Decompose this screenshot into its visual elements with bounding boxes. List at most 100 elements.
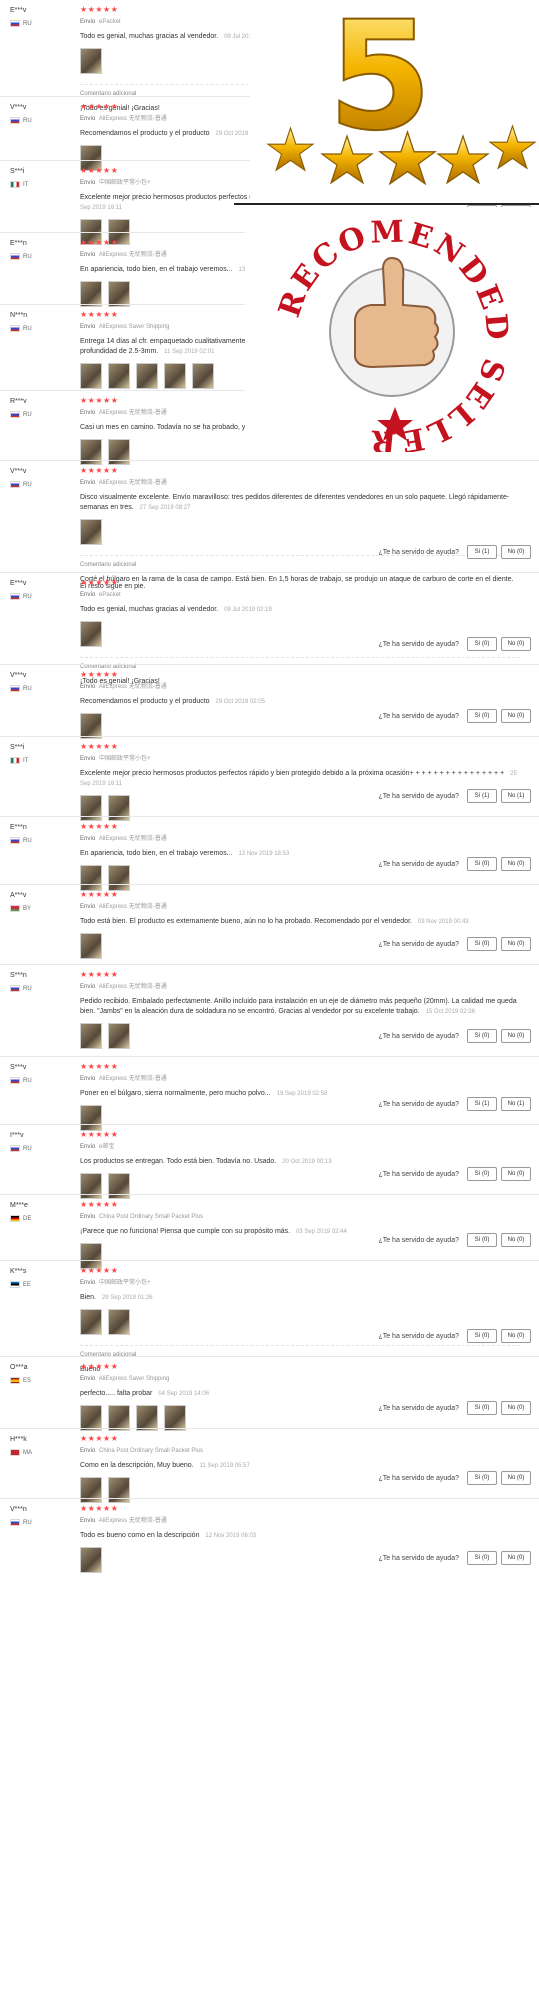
reviewer-name: V***n bbox=[10, 1506, 27, 1513]
shipping-method: Envío 中国邮政平常小包+ bbox=[80, 755, 520, 763]
review-body: ★★★★★ Envío AliExpress Saver Shipping pe… bbox=[80, 1362, 520, 1431]
review-photo[interactable] bbox=[80, 1023, 102, 1049]
review-photo[interactable] bbox=[80, 933, 102, 959]
reviewer-country: RU bbox=[10, 117, 58, 124]
review-text-content: Todo está bien. El producto es extername… bbox=[80, 918, 412, 925]
review-photo[interactable] bbox=[164, 363, 186, 389]
vote-no-button[interactable]: No (0) bbox=[501, 937, 531, 951]
star-rating: ★★★★★ bbox=[80, 1130, 119, 1139]
review-item: E***v RU ★★★★★ Envío ePacket Todo es gen… bbox=[0, 572, 539, 685]
vote-no-button[interactable]: No (0) bbox=[501, 545, 531, 559]
reviewer-name: S***i bbox=[10, 744, 25, 751]
shipping-label: Envío bbox=[80, 1076, 96, 1082]
shipping-label: Envío bbox=[80, 410, 96, 416]
review-item: S***i IT ★★★★★ Envío 中国邮政平常小包+ Excelente… bbox=[0, 736, 539, 821]
review-body: ★★★★★ Envío e邮宝 Los productos se entrega… bbox=[80, 1130, 520, 1199]
vote-yes-button[interactable]: Sí (0) bbox=[467, 1029, 497, 1043]
reviewer-name: N***n bbox=[10, 312, 28, 319]
vote-yes-button[interactable]: Sí (1) bbox=[467, 1097, 497, 1111]
vote-yes-button[interactable]: Sí (0) bbox=[467, 1329, 497, 1343]
review-photo[interactable] bbox=[108, 1309, 130, 1335]
review-photo[interactable] bbox=[80, 1309, 102, 1335]
reviewer-name: I***v bbox=[10, 1132, 24, 1139]
vote-yes-button[interactable]: Sí (0) bbox=[467, 857, 497, 871]
country-flag-icon bbox=[10, 757, 20, 764]
vote-yes-button[interactable]: Sí (0) bbox=[467, 1551, 497, 1565]
review-photo[interactable] bbox=[80, 621, 102, 647]
shipping-label: Envío bbox=[80, 480, 96, 486]
helpful-question: ¿Te ha servido de ayuda? bbox=[378, 712, 459, 720]
vote-no-button[interactable]: No (0) bbox=[501, 857, 531, 871]
review-photo[interactable] bbox=[136, 363, 158, 389]
reviewer-country: RU bbox=[10, 481, 58, 488]
review-photo[interactable] bbox=[80, 363, 102, 389]
review-photo[interactable] bbox=[80, 519, 102, 545]
review-item: S***n RU ★★★★★ Envío AliExpress 无忧物流-普通 … bbox=[0, 964, 539, 1056]
country-flag-icon bbox=[10, 1145, 20, 1152]
vote-no-button[interactable]: No (1) bbox=[501, 1097, 531, 1111]
shipping-value: AliExpress 无忧物流-普通 bbox=[98, 252, 167, 258]
shipping-value: AliExpress 无忧物流-普通 bbox=[98, 904, 167, 910]
country-code: RU bbox=[23, 685, 32, 692]
star-rating: ★★★★★ bbox=[80, 970, 119, 979]
review-photo[interactable] bbox=[108, 1023, 130, 1049]
country-flag-icon bbox=[10, 181, 20, 188]
vote-yes-button[interactable]: Sí (0) bbox=[467, 1401, 497, 1415]
vote-yes-button[interactable]: Sí (0) bbox=[467, 1233, 497, 1247]
vote-no-button[interactable]: No (1) bbox=[501, 789, 531, 803]
review-photo[interactable] bbox=[192, 363, 214, 389]
reviewer-country: RU bbox=[10, 253, 58, 260]
review-photo[interactable] bbox=[80, 1547, 102, 1573]
review-text-content: Como en la descripción, Muy bueno. bbox=[80, 1462, 194, 1469]
star-rating: ★★★★★ bbox=[80, 742, 119, 751]
country-flag-icon bbox=[10, 837, 20, 844]
vote-no-button[interactable]: No (0) bbox=[501, 1401, 531, 1415]
reviewer-country: RU bbox=[10, 1519, 58, 1526]
country-code: RU bbox=[23, 837, 32, 844]
vote-yes-button[interactable]: Sí (0) bbox=[467, 637, 497, 651]
reviewer: S***v RU bbox=[10, 1063, 58, 1084]
vote-no-button[interactable]: No (0) bbox=[501, 1471, 531, 1485]
review-item: A***v BY ★★★★★ Envío AliExpress 无忧物流-普通 … bbox=[0, 884, 539, 964]
reviewer-name: M***e bbox=[10, 1202, 28, 1209]
shipping-value: 中国邮政平常小包+ bbox=[99, 180, 151, 186]
vote-no-button[interactable]: No (0) bbox=[501, 1551, 531, 1565]
review-photo[interactable] bbox=[108, 363, 130, 389]
review-text-content: Poner en el búlgaro, sierra normalmente,… bbox=[80, 1090, 271, 1097]
country-flag-icon bbox=[10, 1377, 20, 1384]
reviewer-country: RU bbox=[10, 325, 58, 332]
review-text: Disco visualmente excelente. Envío marav… bbox=[80, 493, 520, 513]
reviewer-country: RU bbox=[10, 1077, 58, 1084]
shipping-value: AliExpress 无忧物流-普通 bbox=[98, 116, 167, 122]
vote-no-button[interactable]: No (0) bbox=[501, 637, 531, 651]
vote-no-button[interactable]: No (0) bbox=[501, 1329, 531, 1343]
vote-yes-button[interactable]: Sí (0) bbox=[467, 709, 497, 723]
helpful-question: ¿Te ha servido de ayuda? bbox=[378, 1170, 459, 1178]
vote-yes-button[interactable]: Sí (0) bbox=[467, 937, 497, 951]
vote-no-button[interactable]: No (0) bbox=[501, 709, 531, 723]
review-text-content: En apariencia, todo bien, en el trabajo … bbox=[80, 850, 233, 857]
vote-yes-button[interactable]: Sí (1) bbox=[467, 545, 497, 559]
reviewer: R***v RU bbox=[10, 397, 58, 418]
vote-yes-button[interactable]: Sí (0) bbox=[467, 1167, 497, 1181]
review-photo[interactable] bbox=[80, 48, 102, 74]
review-text: Todo está bien. El producto es extername… bbox=[80, 917, 520, 927]
vote-no-button[interactable]: No (0) bbox=[501, 1029, 531, 1043]
reviewer: N***n RU bbox=[10, 311, 58, 332]
reviewer-country: RU bbox=[10, 593, 58, 600]
vote-no-button[interactable]: No (0) bbox=[501, 1233, 531, 1247]
review-date: 13 Nov 2019 18:53 bbox=[238, 851, 290, 857]
country-flag-icon bbox=[10, 117, 20, 124]
shipping-value: AliExpress Saver Shipping bbox=[98, 1376, 170, 1382]
helpful-question: ¿Te ha servido de ayuda? bbox=[378, 640, 459, 648]
vote-yes-button[interactable]: Sí (0) bbox=[467, 1471, 497, 1485]
reviewer: K***s EE bbox=[10, 1267, 58, 1288]
helpful-vote: ¿Te ha servido de ayuda? Sí (1) No (1) bbox=[378, 1097, 531, 1111]
review-body: ★★★★★ Envío AliExpress 无忧物流-普通 Recomenda… bbox=[80, 670, 520, 739]
vote-no-button[interactable]: No (0) bbox=[501, 1167, 531, 1181]
vote-yes-button[interactable]: Sí (1) bbox=[467, 789, 497, 803]
shipping-label: Envío bbox=[80, 324, 96, 330]
star-rating: ★★★★★ bbox=[80, 670, 119, 679]
shipping-method: Envío AliExpress 无忧物流-普通 bbox=[80, 983, 520, 991]
shipping-value: AliExpress 无忧物流-普通 bbox=[98, 410, 167, 416]
